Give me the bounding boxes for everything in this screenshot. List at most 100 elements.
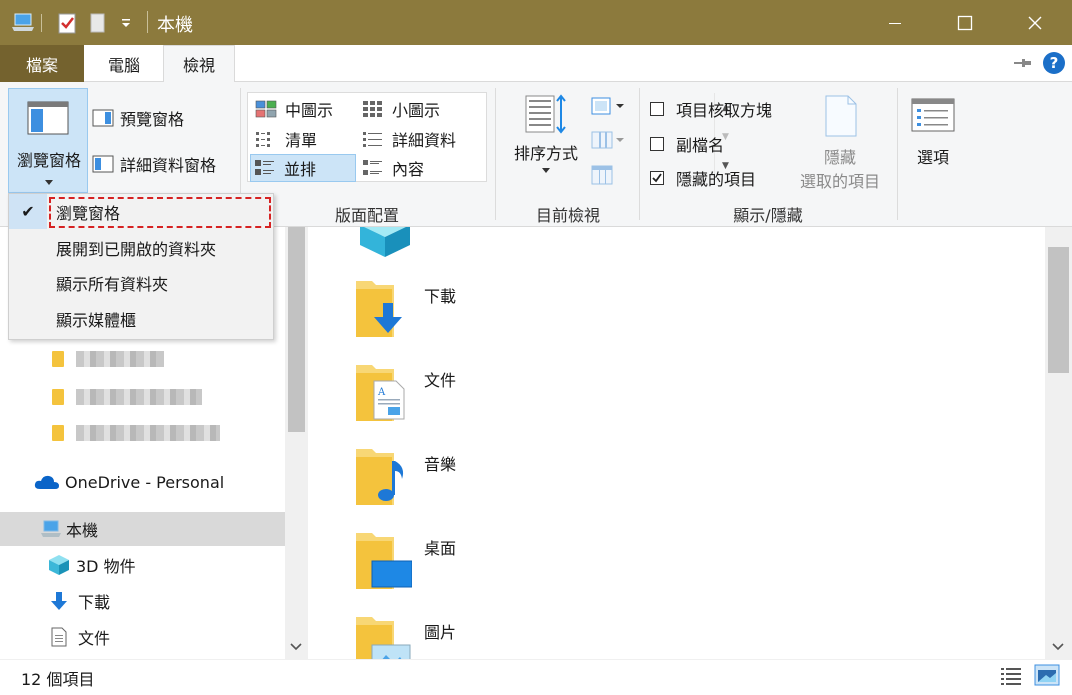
tile-item[interactable]: 下載 xyxy=(354,275,754,359)
ribbon-tab-row: 檔案 電腦 檢視 xyxy=(0,45,1072,83)
file-extensions-label: 副檔名 xyxy=(676,136,725,155)
status-bar: 12 個項目 xyxy=(0,659,1072,695)
details-view-icon[interactable] xyxy=(1000,666,1022,690)
add-columns-button xyxy=(590,130,626,154)
navigation-pane-icon xyxy=(27,101,69,135)
nav-item-onedrive[interactable]: OneDrive - Personal xyxy=(0,465,285,499)
nav-item-documents[interactable]: 文件 xyxy=(0,620,285,654)
maximize-button[interactable] xyxy=(942,0,988,45)
layout-tiles[interactable]: 並排 xyxy=(250,154,356,182)
computer-icon[interactable] xyxy=(8,10,38,36)
nav-item-downloads[interactable]: 下載 xyxy=(0,584,285,618)
preview-pane-label: 預覽窗格 xyxy=(120,110,185,129)
details-pane-button[interactable]: 詳細資料窗格 xyxy=(92,152,216,176)
sort-icon xyxy=(525,94,566,134)
options-icon xyxy=(911,98,955,132)
tab-view[interactable]: 檢視 xyxy=(163,45,235,83)
minimize-button[interactable] xyxy=(872,0,918,45)
layout-medium-icons[interactable]: 中圖示 xyxy=(251,95,357,123)
title-separator xyxy=(147,11,148,33)
layout-group-label: 版面配置 xyxy=(334,206,399,225)
tile-name: 下載 xyxy=(424,287,457,306)
content-scroll-thumb[interactable] xyxy=(1048,247,1069,373)
menu-item-label: 顯示媒體櫃 xyxy=(56,310,137,330)
tile-item[interactable]: A 文件 xyxy=(354,359,754,443)
window-title: 本機 xyxy=(157,15,193,36)
group-by-button[interactable] xyxy=(590,96,626,120)
nav-item-blurred-3[interactable] xyxy=(0,416,285,450)
nav-onedrive-label: OneDrive - Personal xyxy=(65,472,225,492)
layout-small-icons[interactable]: 小圖示 xyxy=(360,95,470,123)
menu-item-label: 顯示所有資料夾 xyxy=(56,274,169,294)
tile-item[interactable]: 桌面 xyxy=(354,527,754,611)
navigation-pane-label: 瀏覽窗格 xyxy=(16,151,81,170)
tab-computer[interactable]: 電腦 xyxy=(84,45,164,82)
pin-ribbon-icon[interactable] xyxy=(1013,55,1033,74)
svg-text:A: A xyxy=(377,387,386,398)
blurred-label xyxy=(76,389,202,405)
new-folder-icon[interactable] xyxy=(86,10,110,36)
download-arrow-icon xyxy=(51,592,67,610)
menu-item-show-libraries[interactable]: 顯示媒體櫃 xyxy=(9,301,273,336)
menu-item-navigation-pane[interactable]: ✔ 瀏覽窗格 xyxy=(9,194,273,229)
layout-content[interactable]: 內容 xyxy=(360,154,470,182)
layout-tiles-label: 並排 xyxy=(284,160,317,179)
preview-pane-button[interactable]: 預覽窗格 xyxy=(92,106,184,130)
details-icon xyxy=(363,132,382,147)
nav-item-blurred-1[interactable] xyxy=(0,342,285,376)
tiles-icon xyxy=(255,160,274,175)
layout-list[interactable]: 清單 xyxy=(251,125,357,153)
hidden-items-toggle[interactable]: 隱藏的項目 xyxy=(650,166,756,190)
menu-item-show-all-folders[interactable]: 顯示所有資料夾 xyxy=(9,265,273,300)
title-bar: 本機 xyxy=(0,0,1072,45)
nav-item-blurred-2[interactable] xyxy=(0,380,285,414)
checkmark-icon: ✔ xyxy=(9,194,47,229)
3d-objects-tile-icon[interactable] xyxy=(358,227,412,263)
chevron-down-icon xyxy=(45,171,53,190)
tile-item[interactable]: 圖片 xyxy=(354,611,754,659)
group-by-icon xyxy=(591,97,624,115)
sort-by-button[interactable]: 排序方式 xyxy=(508,92,584,174)
3d-objects-icon xyxy=(49,555,69,575)
scroll-down-icon[interactable] xyxy=(1052,637,1064,656)
options-button[interactable]: 選項 xyxy=(906,98,960,168)
help-icon[interactable]: ? xyxy=(1043,52,1065,74)
folder-icon xyxy=(52,351,64,367)
menu-item-label: 展開到已開啟的資料夾 xyxy=(56,239,217,259)
tile-name: 音樂 xyxy=(424,455,457,474)
item-checkboxes-toggle[interactable]: 項目核取方塊 xyxy=(650,97,772,121)
nav-3d-objects-label: 3D 物件 xyxy=(76,557,136,576)
file-extensions-checkbox[interactable] xyxy=(650,137,664,151)
nav-item-3d-objects[interactable]: 3D 物件 xyxy=(0,548,285,582)
item-checkboxes-label: 項目核取方塊 xyxy=(676,101,773,120)
show-hide-group-label: 顯示/隱藏 xyxy=(733,206,803,225)
folder-icon xyxy=(52,425,64,441)
navigation-scrollbar[interactable] xyxy=(285,227,308,659)
documents-folder-icon: A xyxy=(356,365,405,421)
navigation-pane-button[interactable]: 瀏覽窗格 xyxy=(8,88,88,193)
music-folder-icon xyxy=(356,449,404,505)
tile-item[interactable]: 音樂 xyxy=(354,443,754,527)
menu-item-expand-to-open-folder[interactable]: 展開到已開啟的資料夾 xyxy=(9,230,273,265)
navigation-scroll-thumb[interactable] xyxy=(288,227,305,432)
item-count: 12 個項目 xyxy=(21,670,95,689)
layout-details[interactable]: 詳細資料 xyxy=(360,125,470,153)
tab-file[interactable]: 檔案 xyxy=(0,45,84,82)
blurred-label xyxy=(76,425,220,441)
scroll-down-icon[interactable] xyxy=(290,637,302,656)
close-button[interactable] xyxy=(1012,0,1058,45)
folder-icon xyxy=(52,389,64,405)
hidden-items-checkbox[interactable] xyxy=(650,171,664,185)
properties-icon[interactable] xyxy=(54,10,80,36)
content-scrollbar[interactable] xyxy=(1045,227,1072,659)
file-extensions-toggle[interactable]: 副檔名 xyxy=(650,132,724,156)
nav-documents-label: 文件 xyxy=(78,629,111,648)
menu-item-label: 瀏覽窗格 xyxy=(56,203,121,223)
large-icons-view-icon[interactable] xyxy=(1034,664,1060,690)
hide-selected-label-2: 選取的項目 xyxy=(799,172,880,191)
nav-item-this-pc[interactable]: 本機 xyxy=(0,512,285,546)
nav-this-pc-label: 本機 xyxy=(66,521,99,540)
item-checkboxes-checkbox[interactable] xyxy=(650,102,664,116)
medium-icons-icon xyxy=(255,100,277,118)
customize-toolbar-chevron-icon[interactable] xyxy=(116,10,136,36)
